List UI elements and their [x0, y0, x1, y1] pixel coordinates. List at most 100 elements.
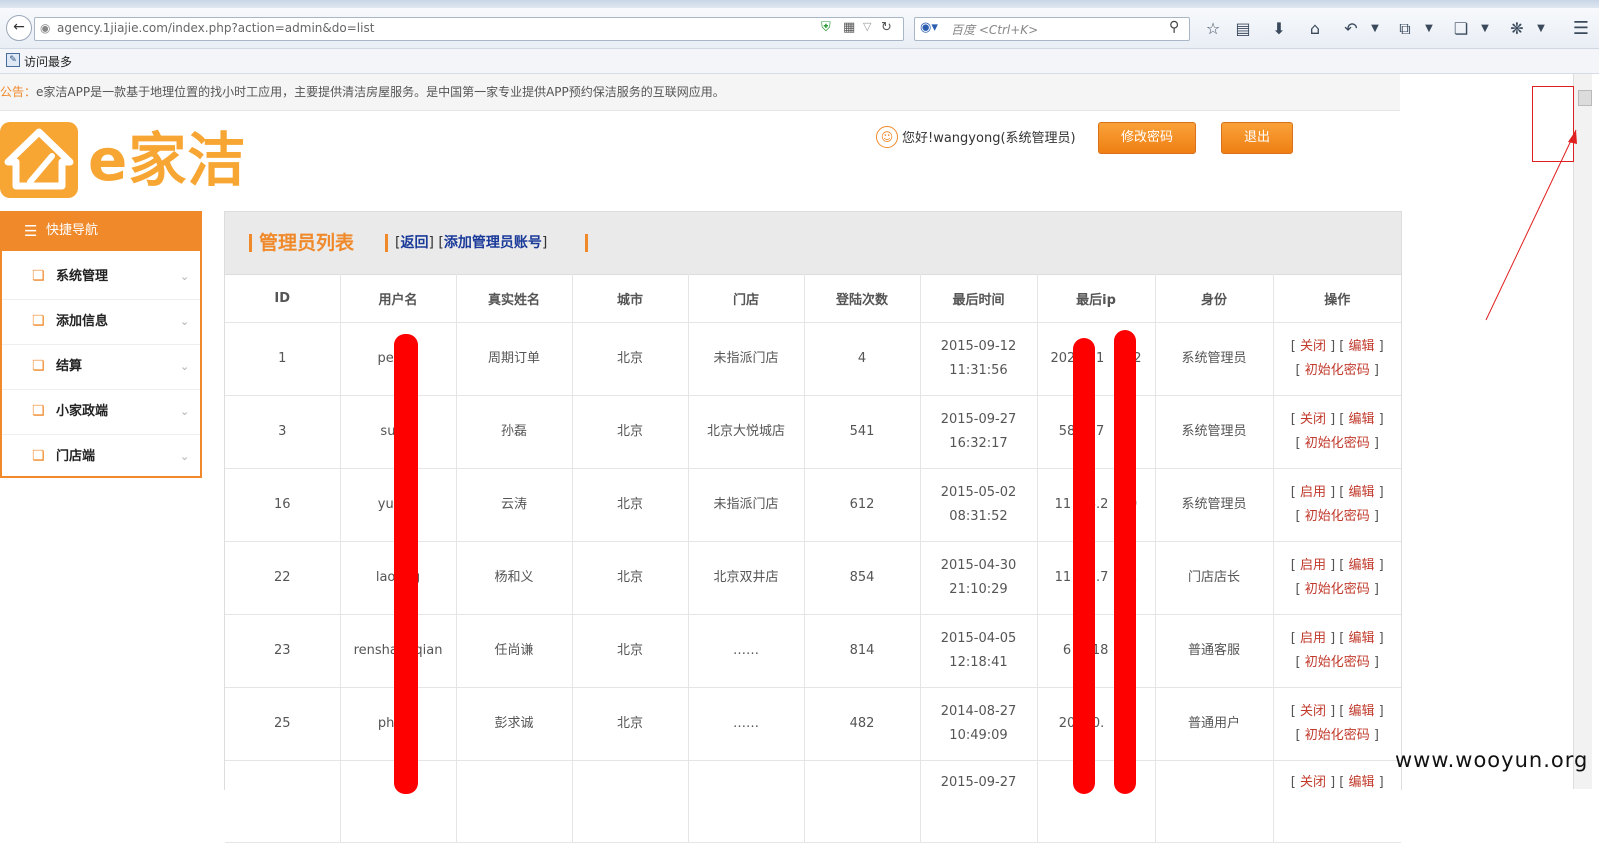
cell-realname: 杨和义 [456, 541, 573, 615]
logout-button[interactable]: 退出 [1221, 122, 1293, 154]
scrollbar-thumb[interactable] [1578, 90, 1592, 106]
cell-id: 22 [225, 541, 341, 615]
sidebar-item-label: 门店端 [56, 449, 96, 464]
cell-store: …… [688, 687, 805, 761]
star-icon[interactable]: ☆ [1200, 16, 1226, 42]
reset-password-link[interactable]: 初始化密码 [1305, 655, 1370, 670]
search-bar[interactable]: ◉▾ 百度 <Ctrl+K> ⚲ [914, 17, 1190, 41]
add-admin-link[interactable]: 添加管理员账号 [444, 235, 542, 251]
undo-icon[interactable]: ↶ [1338, 16, 1364, 42]
toggle-link[interactable]: 启用 [1300, 631, 1326, 646]
time-text: 21:10:29 [949, 582, 1008, 597]
notice-text: e家洁APP是一款基于地理位置的找小时工应用，主要提供清洁房屋服务。是中国第一家… [36, 85, 725, 99]
toggle-link[interactable]: 关闭 [1300, 412, 1326, 427]
watermark: www.wooyun.org [1395, 748, 1589, 772]
cell-last-time: 2015-04-30 21:10:29 [920, 541, 1038, 615]
chevron-down-icon[interactable]: ▼ [1362, 16, 1388, 42]
window-icon[interactable]: ❏ [1448, 16, 1474, 42]
sidebar-title: 快捷导航 [46, 223, 99, 238]
home-icon[interactable]: ⌂ [1302, 16, 1328, 42]
edit-link[interactable]: 编辑 [1349, 631, 1375, 646]
panel-links: [返回] [添加管理员账号] [395, 235, 548, 251]
back-arrow-icon[interactable]: ← [6, 15, 32, 41]
date-text: 2015-04-30 [940, 558, 1017, 573]
date-text: 2015-09-27 [940, 775, 1017, 790]
menu-icon[interactable]: ☰ [1568, 16, 1594, 42]
edit-link[interactable]: 编辑 [1349, 704, 1375, 719]
toggle-link[interactable]: 关闭 [1300, 704, 1326, 719]
cell-id [225, 760, 341, 843]
crop-icon[interactable]: ⧉ [1392, 16, 1418, 42]
edit-link[interactable]: 编辑 [1349, 558, 1375, 573]
download-icon[interactable]: ⬇ [1266, 16, 1292, 42]
search-icon[interactable]: ⚲ [1169, 19, 1179, 35]
cell-ip: 202 0.1 182 [1037, 322, 1156, 396]
cell-ip: 11 51.7 01 [1037, 541, 1156, 615]
paw-icon[interactable]: ◉▾ [920, 20, 938, 35]
cell-role: 普通用户 [1155, 687, 1274, 761]
change-password-button[interactable]: 修改密码 [1098, 122, 1196, 154]
title-bar-mark [585, 234, 588, 252]
toggle-link[interactable]: 关闭 [1300, 339, 1326, 354]
bug-icon[interactable]: ❋ [1504, 16, 1530, 42]
toggle-link[interactable]: 启用 [1300, 485, 1326, 500]
sidebar-item-store[interactable]: ❏ 门店端 ⌄ [2, 435, 200, 479]
reload-icon[interactable]: ↻ [881, 20, 892, 35]
chevron-down-icon[interactable]: ▼ [1416, 16, 1442, 42]
cell-city: 北京 [572, 541, 689, 615]
sidebar-item-add-info[interactable]: ❏ 添加信息 ⌄ [2, 300, 200, 345]
edit-link[interactable]: 编辑 [1349, 485, 1375, 500]
cell-last-time: 2015-09-12 11:31:56 [920, 322, 1038, 396]
sidebar-item-settlement[interactable]: ❏ 结算 ⌄ [2, 345, 200, 390]
back-link[interactable]: 返回 [400, 235, 428, 251]
cell-last-time: 2015-04-05 12:18:41 [920, 614, 1038, 688]
reset-password-link[interactable]: 初始化密码 [1305, 582, 1370, 597]
chevron-down-icon[interactable]: ▼ [1472, 16, 1498, 42]
chevron-down-icon: ⌄ [180, 315, 190, 328]
cell-actions: [ 关闭 ] [ 编辑 ][ 初始化密码 ] [1273, 322, 1401, 396]
time-text: 16:32:17 [949, 436, 1008, 451]
shield-icon[interactable]: ⛨ [821, 20, 831, 35]
qr-icon[interactable]: ▦ [843, 20, 855, 35]
cell-actions: [ 关闭 ] [ 编辑 ] [1273, 760, 1401, 843]
table-header-row: ID 用户名 真实姓名 城市 门店 登陆次数 最后时间 最后ip 身份 操作 [225, 274, 1401, 323]
bookmark-folder-icon: ✎ [6, 53, 20, 67]
cell-city: 北京 [572, 395, 689, 469]
clipboard-icon[interactable]: ▤ [1230, 16, 1256, 42]
browser-nav-bar: ← ◉ agency.1jiajie.com/index.php?action=… [0, 8, 1599, 49]
dropdown-icon[interactable]: ▽ [863, 20, 871, 33]
sidebar-item-housekeeper[interactable]: ❏ 小家政端 ⌄ [2, 390, 200, 435]
edit-link[interactable]: 编辑 [1349, 775, 1375, 790]
chevron-down-icon[interactable]: ▼ [1528, 16, 1554, 42]
cell-id: 25 [225, 687, 341, 761]
column-header: 门店 [688, 274, 805, 323]
toggle-link[interactable]: 关闭 [1300, 775, 1326, 790]
sidebar-item-label: 小家政端 [56, 404, 109, 419]
cell-realname: 孙磊 [456, 395, 573, 469]
reset-password-link[interactable]: 初始化密码 [1305, 509, 1370, 524]
date-text: 2014-08-27 [940, 704, 1017, 719]
cell-city: 北京 [572, 687, 689, 761]
browser-title-strip [0, 0, 1599, 8]
sidebar-item-label: 添加信息 [56, 314, 109, 329]
edit-link[interactable]: 编辑 [1349, 339, 1375, 354]
list-icon: ☰ [24, 222, 38, 240]
column-header: 身份 [1155, 274, 1274, 323]
toggle-link[interactable]: 启用 [1300, 558, 1326, 573]
cell-realname: 任尚谦 [456, 614, 573, 688]
cell-ip: 20 00. 90 [1037, 687, 1156, 761]
user-icon: ☺ [876, 126, 898, 148]
cell-id: 16 [225, 468, 341, 542]
sidebar-item-system[interactable]: ❏ 系统管理 ⌄ [2, 255, 200, 300]
cell-store [688, 760, 805, 843]
reset-password-link[interactable]: 初始化密码 [1305, 436, 1370, 451]
reset-password-link[interactable]: 初始化密码 [1305, 363, 1370, 378]
panel-header: 管理员列表 [返回] [添加管理员账号] [225, 212, 1401, 275]
cell-store: 未指派门店 [688, 322, 805, 396]
reset-password-link[interactable]: 初始化密码 [1305, 728, 1370, 743]
time-text: 10:49:09 [949, 728, 1008, 743]
sidebar-item-label: 系统管理 [56, 269, 109, 284]
url-bar[interactable]: ◉ agency.1jiajie.com/index.php?action=ad… [34, 17, 904, 41]
edit-link[interactable]: 编辑 [1349, 412, 1375, 427]
bookmark-most-visited[interactable]: 访问最多 [24, 53, 72, 70]
